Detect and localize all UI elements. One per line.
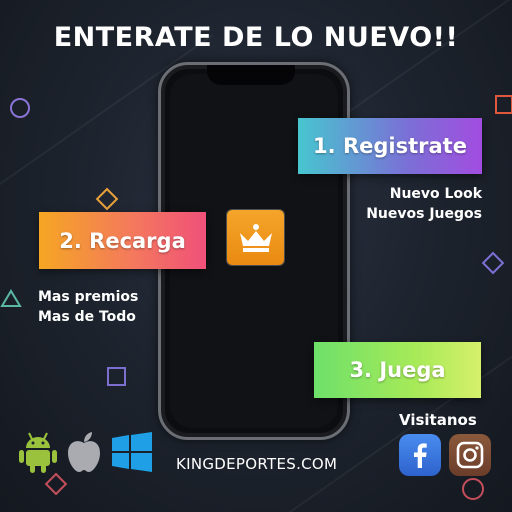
facebook-icon <box>414 443 427 468</box>
facebook-button[interactable] <box>399 434 441 476</box>
website-link[interactable]: KINGDEPORTES.COM <box>176 455 337 473</box>
caption-line: Mas premios <box>38 289 139 305</box>
diamond-outline-decoration <box>44 472 68 496</box>
headline: ENTERATE DE LO NUEVO!! <box>53 22 459 53</box>
background-stripe <box>326 0 512 128</box>
caption-line: Nuevo Look <box>389 186 482 202</box>
triangle-outline-decoration <box>0 289 22 307</box>
step-registrate-card[interactable]: 1. Registrate <box>298 118 482 174</box>
square-outline-decoration <box>495 95 512 114</box>
windows-icon <box>112 432 152 472</box>
crown-icon <box>239 223 272 252</box>
instagram-button[interactable] <box>449 434 491 476</box>
promo-banner: ENTERATE DE LO NUEVO!! 1. Registrate Nue… <box>0 0 512 512</box>
phone-notch <box>207 65 295 85</box>
instagram-icon <box>456 441 484 469</box>
square-outline-decoration <box>107 367 126 386</box>
visit-label: Visitanos <box>399 411 477 429</box>
circle-outline-decoration <box>462 478 484 500</box>
apple-icon <box>68 432 100 472</box>
circle-outline-decoration <box>10 98 30 118</box>
step-juega-card[interactable]: 3. Juega <box>314 342 481 398</box>
registrate-caption: Nuevo Look Nuevos Juegos <box>366 184 482 224</box>
platform-icons <box>18 430 154 474</box>
caption-line: Nuevos Juegos <box>366 206 482 222</box>
diamond-outline-decoration <box>481 251 505 275</box>
step-recarga-card[interactable]: 2. Recarga <box>39 212 206 269</box>
diamond-outline-decoration <box>95 187 119 211</box>
recarga-caption: Mas premios Mas de Todo <box>38 287 138 327</box>
android-icon <box>19 432 57 473</box>
caption-line: Mas de Todo <box>38 309 136 325</box>
crown-logo <box>227 210 284 265</box>
